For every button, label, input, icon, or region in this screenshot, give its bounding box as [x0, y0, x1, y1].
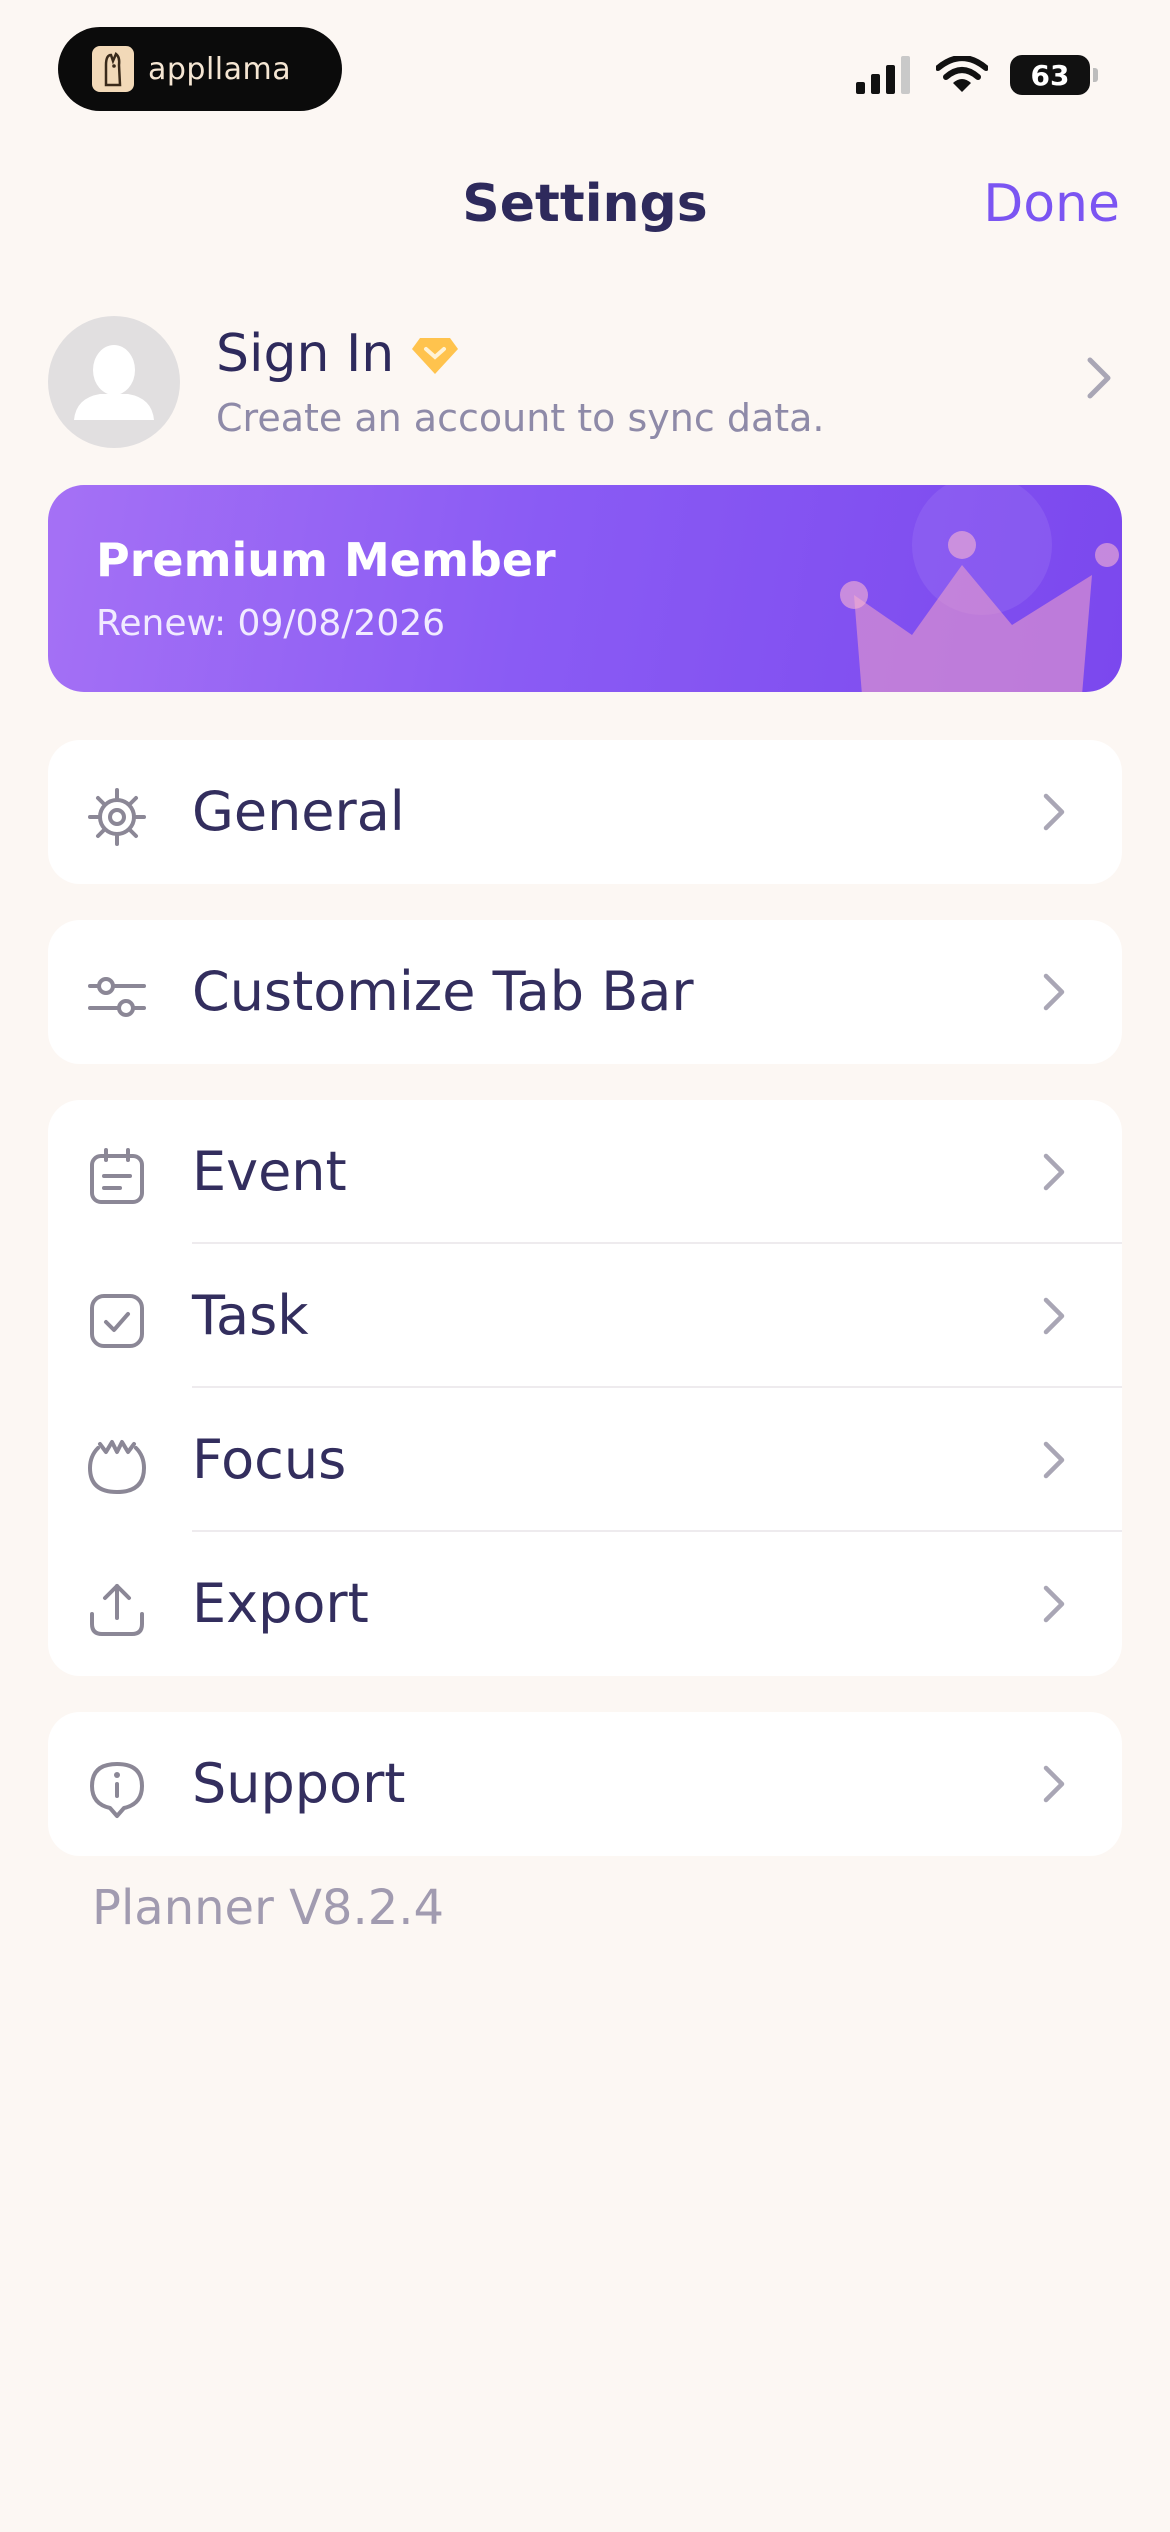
- avatar: [48, 316, 180, 448]
- sign-in-title: Sign In: [216, 324, 395, 384]
- app-badge: appllama: [58, 27, 342, 111]
- features-card: Event Task Focus Export: [48, 1100, 1122, 1676]
- premium-title: Premium Member: [96, 533, 556, 587]
- brand-name: appllama: [148, 51, 292, 87]
- diamond-icon: [412, 338, 458, 374]
- chevron-right-icon: [1043, 973, 1065, 1011]
- menu-item-general[interactable]: General: [48, 740, 1122, 884]
- menu-item-focus[interactable]: Focus: [48, 1388, 1122, 1532]
- wifi-icon: [936, 56, 988, 92]
- general-card: General: [48, 740, 1122, 884]
- sign-in-subtitle: Create an account to sync data.: [216, 396, 825, 440]
- menu-label-export: Export: [192, 1572, 369, 1635]
- chevron-right-icon: [1087, 357, 1111, 399]
- signal-icon: [856, 56, 910, 94]
- menu-label-support: Support: [192, 1752, 406, 1815]
- menu-label-event: Event: [192, 1140, 347, 1203]
- checkbox-icon: [90, 1294, 144, 1348]
- battery-indicator: 63: [1010, 55, 1098, 95]
- menu-label-customize-tab-bar: Customize Tab Bar: [192, 960, 694, 1023]
- menu-item-task[interactable]: Task: [48, 1244, 1122, 1388]
- menu-item-export[interactable]: Export: [48, 1532, 1122, 1676]
- chevron-right-icon: [1043, 1297, 1065, 1335]
- app-version: Planner V8.2.4: [92, 1880, 445, 1936]
- tomato-icon: [88, 1440, 146, 1494]
- status-bar: appllama 63: [0, 0, 1170, 140]
- chevron-right-icon: [1043, 1153, 1065, 1191]
- support-card: Support: [48, 1712, 1122, 1856]
- chevron-right-icon: [1043, 1765, 1065, 1803]
- menu-label-focus: Focus: [192, 1428, 347, 1491]
- customize-card: Customize Tab Bar: [48, 920, 1122, 1064]
- premium-member-card[interactable]: Premium Member Renew: 09/08/2026: [48, 485, 1122, 692]
- sign-in-row[interactable]: Sign In Create an account to sync data.: [48, 316, 1122, 450]
- menu-label-task: Task: [192, 1284, 309, 1347]
- menu-item-event[interactable]: Event: [48, 1100, 1122, 1244]
- crown-icon: [840, 485, 1119, 692]
- premium-renew-date: Renew: 09/08/2026: [96, 603, 446, 644]
- sliders-icon: [88, 977, 146, 1017]
- menu-item-support[interactable]: Support: [48, 1712, 1122, 1856]
- menu-label-general: General: [192, 780, 405, 843]
- chevron-right-icon: [1043, 793, 1065, 831]
- calendar-icon: [90, 1148, 144, 1204]
- chevron-right-icon: [1043, 1585, 1065, 1623]
- llama-logo-icon: [92, 46, 134, 92]
- done-button[interactable]: Done: [983, 174, 1120, 234]
- gear-icon: [88, 788, 146, 846]
- chevron-right-icon: [1043, 1441, 1065, 1479]
- info-bubble-icon: [90, 1762, 144, 1818]
- menu-item-customize-tab-bar[interactable]: Customize Tab Bar: [48, 920, 1122, 1064]
- upload-icon: [90, 1584, 144, 1636]
